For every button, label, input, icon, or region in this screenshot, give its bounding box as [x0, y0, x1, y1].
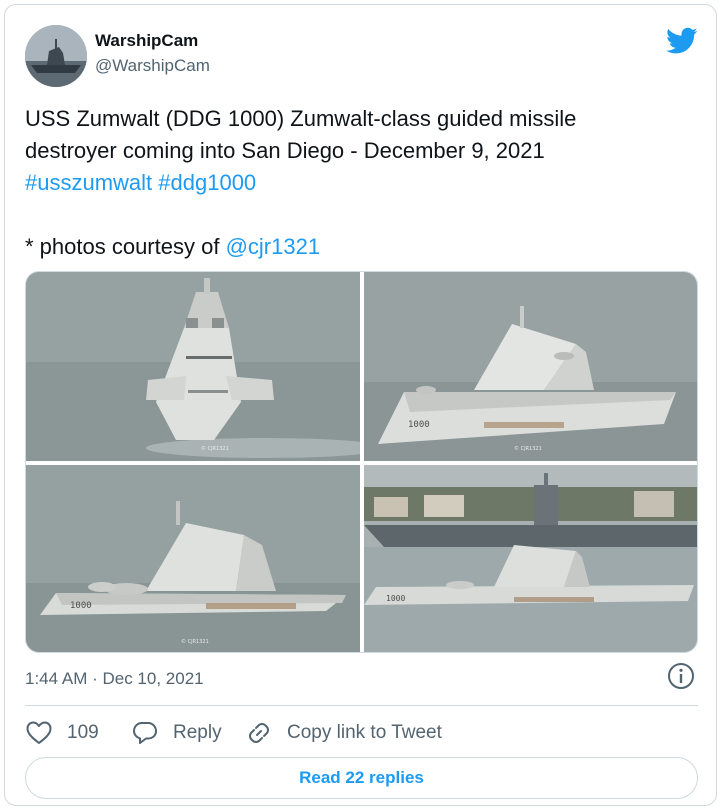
tweet-text-line-1: USS Zumwalt (DDG 1000) Zumwalt-class gui…	[25, 106, 577, 131]
heart-icon	[26, 721, 52, 744]
tweet-actions: 109 Reply Copy link to Tweet	[25, 713, 698, 753]
tweet-text-line-2: destroyer coming into San Diego - Decemb…	[25, 138, 545, 163]
photo-1-watermark: © CJR1321	[201, 445, 229, 452]
avatar[interactable]	[25, 25, 87, 87]
photo-4[interactable]: 1000	[364, 465, 697, 652]
copy-link-label: Copy link to Tweet	[287, 722, 442, 743]
like-button[interactable]: 109	[25, 713, 99, 753]
hashtag-line: #usszumwalt #ddg1000	[25, 167, 698, 199]
tweet-text: USS Zumwalt (DDG 1000) Zumwalt-class gui…	[25, 103, 698, 263]
read-replies-button[interactable]: Read 22 replies	[25, 757, 698, 799]
photo-3-hull-number: 1000	[70, 601, 92, 611]
tweet-card: WarshipCam @WarshipCam USS Zumwalt (DDG …	[4, 4, 717, 806]
author-display-name[interactable]: WarshipCam	[95, 31, 198, 51]
author-handle[interactable]: @WarshipCam	[95, 56, 210, 76]
photo-2-hull-number: 1000	[408, 420, 430, 430]
reply-button[interactable]: Reply	[131, 713, 222, 753]
credit-prefix: * photos courtesy of	[25, 234, 226, 259]
photo-1[interactable]: © CJR1321	[26, 272, 360, 461]
tweet-header: WarshipCam @WarshipCam	[25, 25, 698, 89]
mention-cjr1321[interactable]: @cjr1321	[226, 234, 321, 259]
warship-avatar-icon	[25, 25, 87, 87]
twitter-bird-icon[interactable]	[666, 27, 698, 55]
photo-grid: © CJR1321 1000 © CJR1321 1000 © CJR1321 …	[25, 271, 698, 653]
hashtag-ddg1000[interactable]: #ddg1000	[158, 170, 256, 195]
reply-label: Reply	[173, 722, 222, 743]
divider	[25, 705, 698, 706]
credit-line: * photos courtesy of @cjr1321	[25, 231, 698, 263]
hashtag-usszumwalt[interactable]: #usszumwalt	[25, 170, 152, 195]
photo-3[interactable]: 1000 © CJR1321	[26, 465, 360, 652]
tweet-timestamp[interactable]: 1:44 AM · Dec 10, 2021	[25, 669, 204, 689]
link-icon	[249, 723, 269, 743]
copy-link-button[interactable]: Copy link to Tweet	[245, 713, 442, 753]
reply-icon	[133, 722, 157, 744]
photo-2-watermark: © CJR1321	[514, 445, 542, 452]
like-count: 109	[67, 722, 99, 743]
photo-2[interactable]: 1000 © CJR1321	[364, 272, 697, 461]
photo-3-watermark: © CJR1321	[181, 638, 209, 645]
photo-4-hull-number: 1000	[386, 594, 405, 603]
info-icon[interactable]	[666, 661, 696, 691]
